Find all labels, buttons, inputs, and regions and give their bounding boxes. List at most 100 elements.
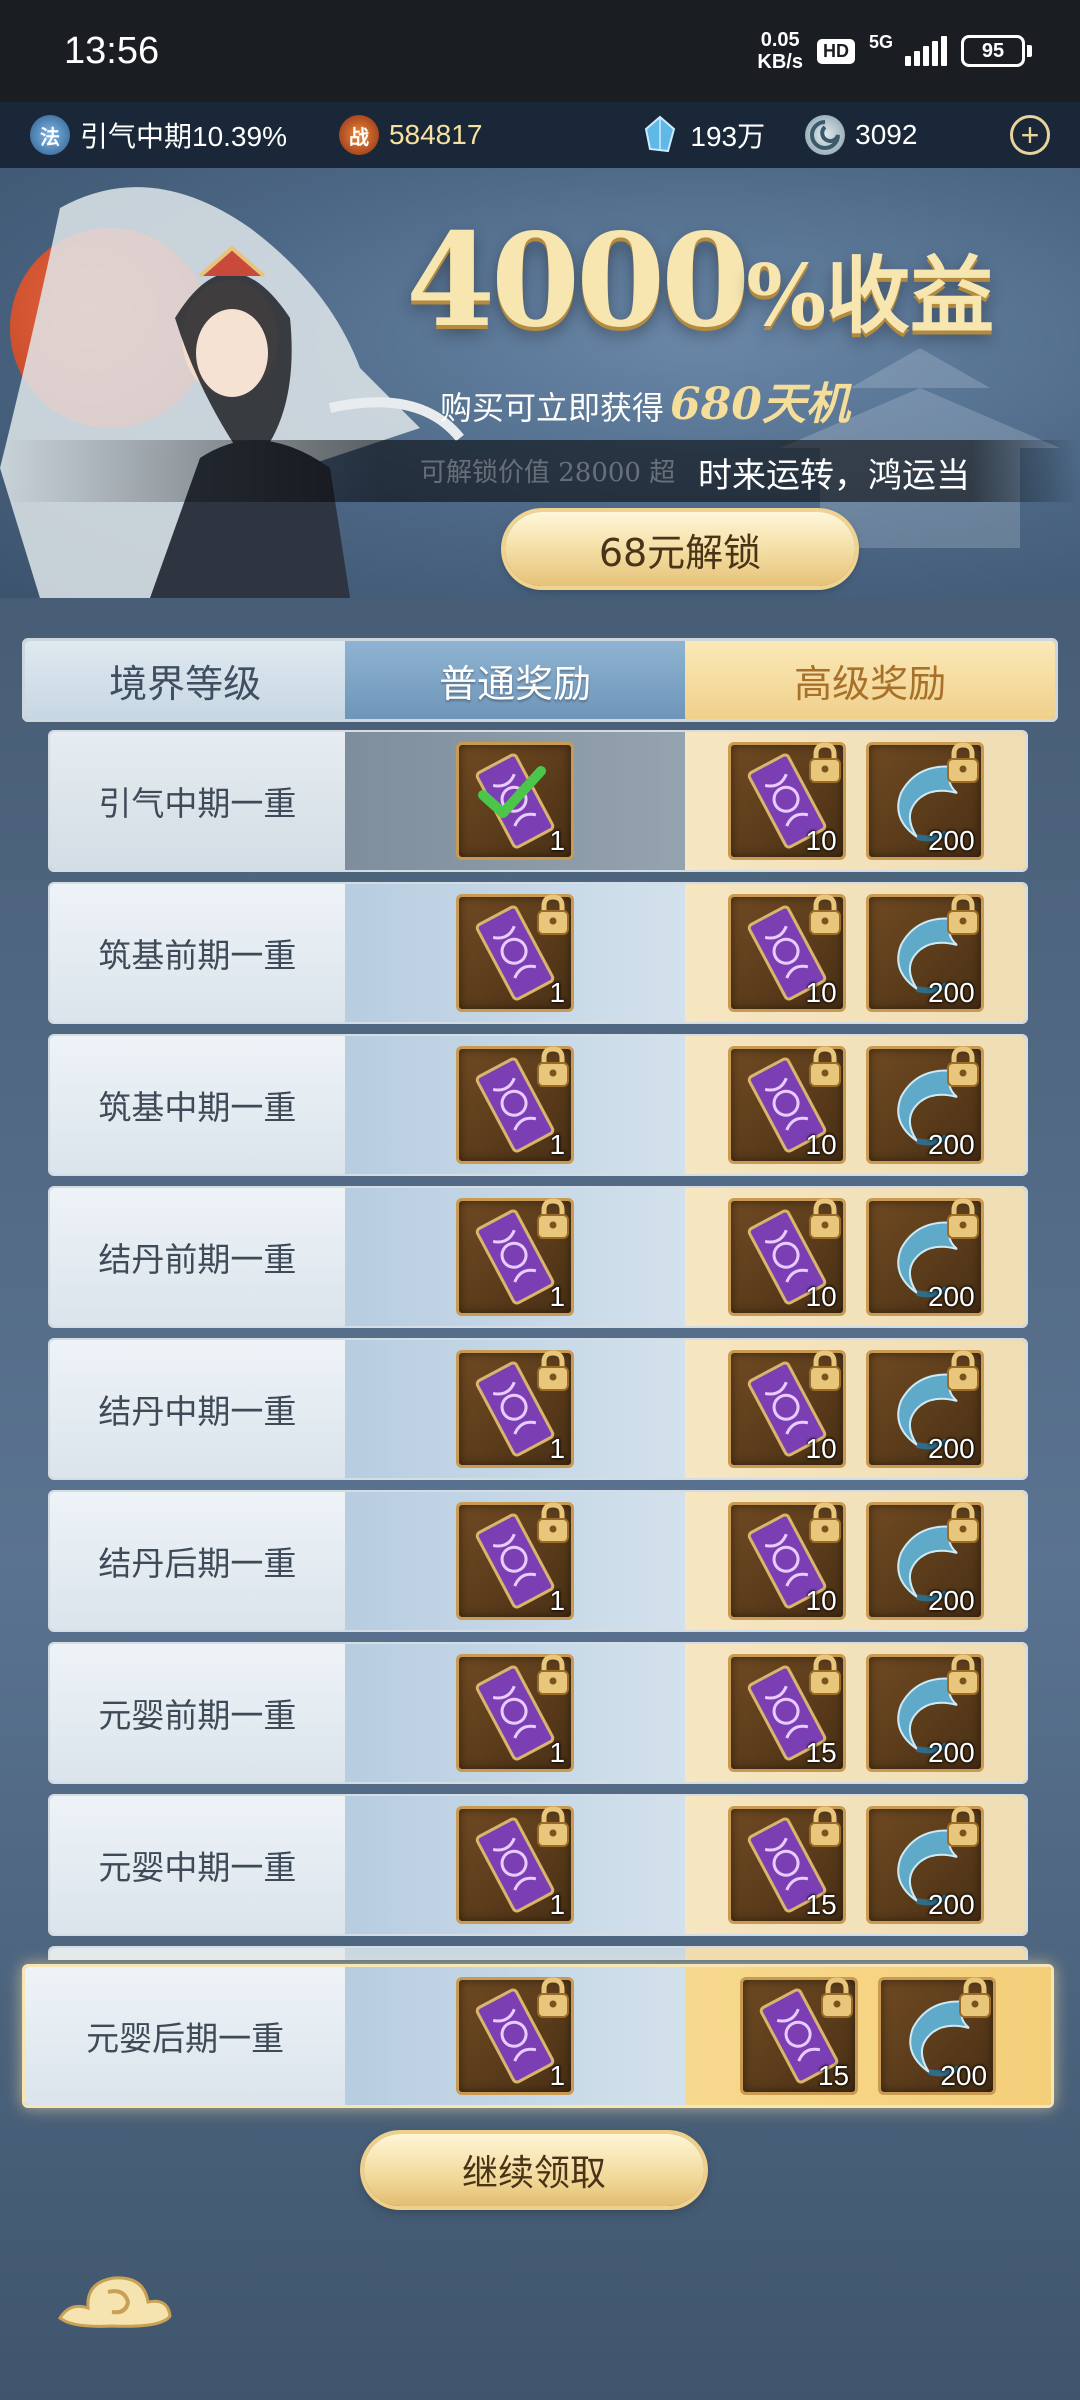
item-quantity: 200 <box>927 1433 975 1464</box>
realm-level-cell: 元婴后期一重 <box>25 1967 346 2105</box>
item-quantity: 15 <box>805 1889 837 1920</box>
item-quantity: 1 <box>549 1433 566 1464</box>
premium-reward-cell: 15 200 <box>685 1796 1026 1934</box>
item-quantity: 15 <box>817 2060 850 2091</box>
instant-reward-text: 购买可立即获得 680天机 <box>440 368 1040 432</box>
cloud-icon[interactable] <box>52 2262 176 2334</box>
normal-reward-cell: 1 <box>344 1644 686 1782</box>
talisman-reward-item[interactable]: 10 <box>727 742 846 860</box>
status-time: 13:56 <box>64 29 160 72</box>
promo-banner: 4000%收益 购买可立即获得 680天机 可解锁价值 28000 超 时来运转，… <box>0 168 1080 598</box>
partial-row <box>48 1946 1028 1960</box>
premium-reward-cell: 10 200 <box>685 1492 1026 1630</box>
claw-reward-item[interactable]: 200 <box>878 1977 997 2095</box>
premium-reward-cell: 10 200 <box>685 1036 1026 1174</box>
status-indicators: 0.05 KB/s HD 5G 95 <box>757 29 1032 73</box>
item-quantity: 10 <box>805 1585 837 1616</box>
item-quantity: 1 <box>549 1281 566 1312</box>
item-quantity: 10 <box>805 1433 837 1464</box>
claw-reward-item[interactable]: 200 <box>865 742 984 860</box>
talisman-reward-item[interactable]: 10 <box>727 1198 846 1316</box>
talisman-reward-item[interactable]: 1 <box>456 894 575 1012</box>
realm-progress[interactable]: 法 引气中期10.39% <box>30 115 287 155</box>
add-currency-button[interactable]: + <box>1010 115 1050 155</box>
premium-reward-cell: 15 200 <box>685 1644 1026 1782</box>
premium-reward-cell: 10 200 <box>685 1340 1026 1478</box>
item-quantity: 200 <box>927 1129 975 1160</box>
realm-level-cell: 筑基中期一重 <box>50 1036 345 1174</box>
normal-reward-cell: 1 <box>344 1340 686 1478</box>
claw-reward-item[interactable]: 200 <box>865 1502 984 1620</box>
reward-row[interactable]: 结丹中期一重 1 10 200 <box>48 1338 1028 1480</box>
reward-row[interactable]: 筑基中期一重 1 10 200 <box>48 1034 1028 1176</box>
realm-level-cell: 元婴前期一重 <box>50 1644 345 1782</box>
crystal-icon <box>640 115 680 155</box>
resource-bar: 法 引气中期10.39% 战 584817 193万 3092 + <box>0 102 1080 168</box>
realm-level-cell: 引气中期一重 <box>50 732 345 870</box>
coin-icon <box>805 115 846 155</box>
reward-row[interactable]: 结丹后期一重 1 10 200 <box>48 1490 1028 1632</box>
reward-row[interactable]: 筑基前期一重 1 10 200 <box>48 882 1028 1024</box>
continue-claim-button[interactable]: 继续领取 <box>364 2134 704 2206</box>
claw-reward-item[interactable]: 200 <box>865 1198 984 1316</box>
talisman-reward-item[interactable]: 1 <box>456 1198 575 1316</box>
claw-reward-item[interactable]: 200 <box>865 1046 984 1164</box>
talisman-reward-item[interactable]: 15 <box>727 1654 846 1772</box>
talisman-reward-item[interactable]: 10 <box>727 1046 846 1164</box>
realm-level-cell: 结丹后期一重 <box>50 1492 345 1630</box>
notice-strip: 可解锁价值 28000 超 时来运转，鸿运当 <box>0 440 1080 502</box>
header-realm-level: 境界等级 <box>25 641 346 719</box>
talisman-reward-item[interactable]: 10 <box>727 894 846 1012</box>
talisman-reward-item[interactable]: 1 <box>456 1350 575 1468</box>
normal-reward-cell: 1 <box>344 1796 686 1934</box>
item-quantity: 200 <box>927 977 975 1008</box>
headline-number: 4000 <box>405 206 750 356</box>
reward-row[interactable]: 元婴后期一重 1 15 200 <box>22 1964 1054 2108</box>
reward-row[interactable]: 元婴中期一重 1 15 200 <box>48 1794 1028 1936</box>
item-quantity: 200 <box>927 825 975 856</box>
combat-power: 战 584817 <box>338 115 482 155</box>
signal-icon: 5G <box>869 32 947 66</box>
talisman-reward-item[interactable]: 1 <box>456 1977 575 2095</box>
crystal-value: 193万 <box>690 121 766 152</box>
item-quantity: 1 <box>549 1737 566 1768</box>
net-speed-unit: KB/s <box>757 51 803 73</box>
talisman-reward-item[interactable]: 10 <box>727 1502 846 1620</box>
talisman-reward-item[interactable]: 1 <box>456 1806 575 1924</box>
net-speed: 0.05 KB/s <box>757 29 803 73</box>
normal-reward-cell: 1 <box>345 1967 686 2105</box>
unlock-value-text: 可解锁价值 28000 超 <box>420 458 676 488</box>
reward-table-header: 境界等级 普通奖励 高级奖励 <box>22 638 1058 722</box>
reward-row[interactable]: 结丹前期一重 1 10 200 <box>48 1186 1028 1328</box>
talisman-reward-item[interactable]: 1 <box>456 1502 575 1620</box>
talisman-reward-item[interactable]: 1 <box>456 1046 575 1164</box>
coin-value: 3092 <box>855 119 918 150</box>
claw-reward-item[interactable]: 200 <box>865 894 984 1012</box>
normal-reward-cell: 1 <box>344 884 686 1022</box>
talisman-reward-item[interactable]: 1 <box>456 742 575 860</box>
normal-reward-cell: 1 <box>344 1492 686 1630</box>
status-bar: 13:56 0.05 KB/s HD 5G 95 <box>0 0 1080 102</box>
subline-amount: 680天机 <box>670 379 850 430</box>
item-quantity: 1 <box>549 2060 566 2091</box>
claw-reward-item[interactable]: 200 <box>865 1654 984 1772</box>
realm-icon: 法 <box>30 115 70 155</box>
talisman-reward-item[interactable]: 1 <box>456 1654 575 1772</box>
item-quantity: 1 <box>549 1889 566 1920</box>
header-normal-reward: 普通奖励 <box>345 641 686 719</box>
talisman-reward-item[interactable]: 10 <box>727 1350 846 1468</box>
reward-row[interactable]: 元婴前期一重 1 15 200 <box>48 1642 1028 1784</box>
power-icon: 战 <box>338 115 379 155</box>
item-quantity: 1 <box>549 1585 566 1616</box>
claw-reward-item[interactable]: 200 <box>865 1350 984 1468</box>
talisman-reward-item[interactable]: 15 <box>740 1977 859 2095</box>
claw-reward-item[interactable]: 200 <box>865 1806 984 1924</box>
talisman-reward-item[interactable]: 15 <box>727 1806 846 1924</box>
reward-row[interactable]: 引气中期一重 1 10 200 <box>48 730 1028 872</box>
scrolling-notice: 时来运转，鸿运当 <box>698 456 970 496</box>
item-quantity: 1 <box>549 825 566 856</box>
premium-reward-cell: 15 200 <box>685 1967 1051 2105</box>
item-quantity: 1 <box>549 977 566 1008</box>
unlock-button[interactable]: 68元解锁 <box>505 512 855 586</box>
realm-level-cell: 元婴中期一重 <box>50 1796 345 1934</box>
